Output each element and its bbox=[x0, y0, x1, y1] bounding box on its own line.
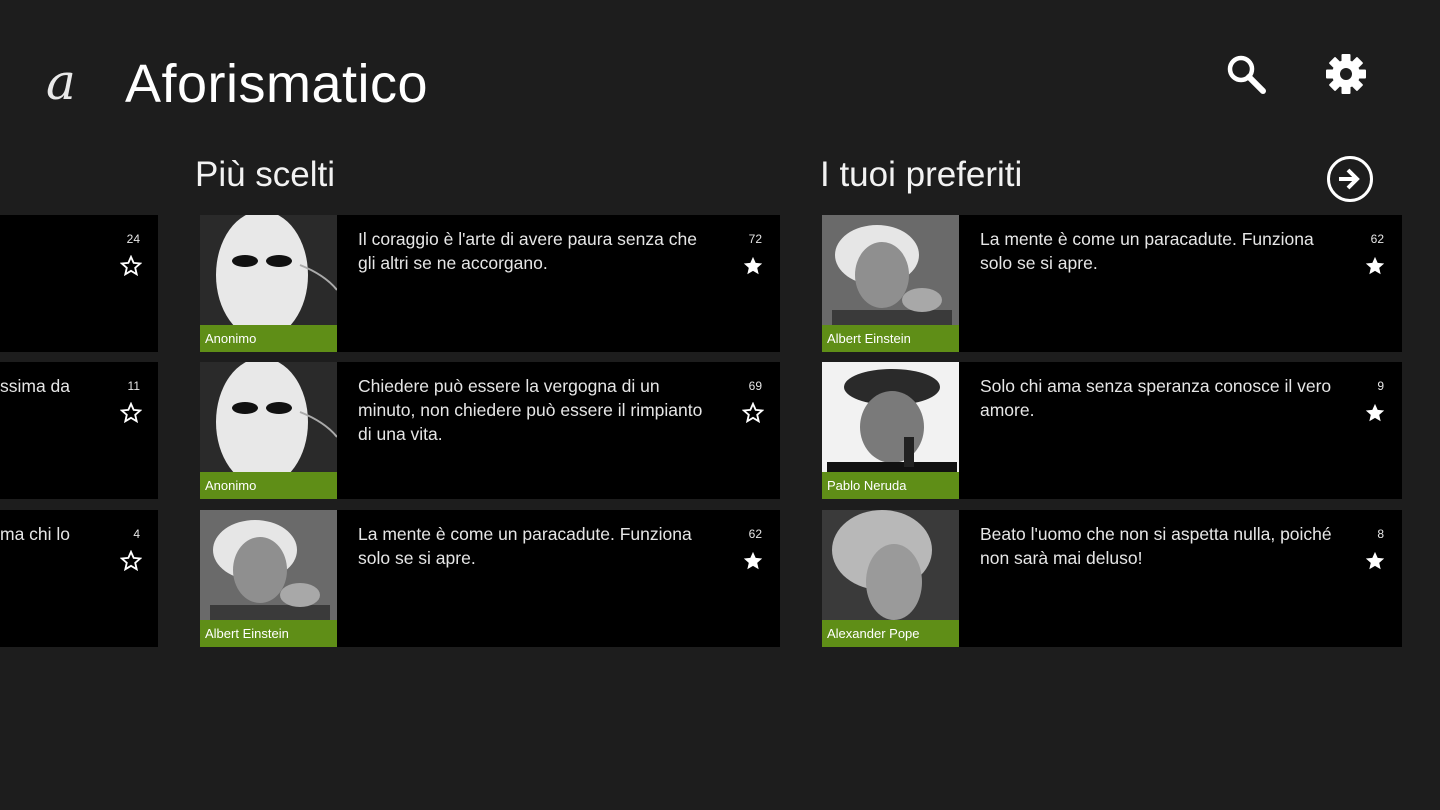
partial-card[interactable]: 24 bbox=[0, 215, 158, 352]
quote-card[interactable]: Alexander Pope Beato l'uomo che non si a… bbox=[822, 510, 1402, 647]
section-title-most-chosen[interactable]: Più scelti bbox=[195, 153, 335, 197]
vote-count: 69 bbox=[748, 379, 762, 393]
search-button[interactable] bbox=[1222, 50, 1270, 98]
favorites-arrow-button[interactable] bbox=[1327, 156, 1373, 202]
star-outline-icon[interactable] bbox=[120, 255, 142, 277]
quote-text: Chiedere può essere la vergogna di un mi… bbox=[358, 376, 703, 444]
quote-card[interactable]: Anonimo Il coraggio è l'arte di avere pa… bbox=[200, 215, 780, 352]
gear-icon bbox=[1326, 54, 1366, 94]
author-name: Pablo Neruda bbox=[822, 472, 959, 499]
vote-count: 4 bbox=[133, 527, 140, 541]
author-name: Alexander Pope bbox=[822, 620, 959, 647]
app-title: Aforismatico bbox=[125, 54, 429, 114]
star-outline-icon[interactable] bbox=[120, 550, 142, 572]
star-filled-icon[interactable] bbox=[742, 255, 764, 277]
settings-button[interactable] bbox=[1322, 50, 1370, 98]
quote-text: Il coraggio è l'arte di avere paura senz… bbox=[358, 229, 697, 273]
partial-quote: ma chi lo bbox=[0, 524, 71, 544]
partial-card[interactable]: ma chi lo 4 bbox=[0, 510, 158, 647]
quote-text: La mente è come un paracadute. Funziona … bbox=[980, 229, 1314, 273]
vote-count: 8 bbox=[1377, 527, 1384, 541]
vote-count: 72 bbox=[748, 232, 762, 246]
author-name: Albert Einstein bbox=[822, 325, 959, 352]
vote-count: 62 bbox=[748, 527, 762, 541]
vote-count: 11 bbox=[127, 379, 140, 393]
partial-quote: ssima da bbox=[0, 376, 71, 396]
star-filled-icon[interactable] bbox=[742, 550, 764, 572]
author-name: Anonimo bbox=[200, 472, 337, 499]
arrow-right-circle-icon bbox=[1339, 168, 1360, 190]
vote-count: 24 bbox=[126, 232, 140, 246]
app-header: a Aforismatico bbox=[0, 0, 1440, 140]
vote-count: 62 bbox=[1370, 232, 1384, 246]
quote-text: Solo chi ama senza speranza conosce il v… bbox=[980, 376, 1332, 420]
quote-text: Beato l'uomo che non si aspetta nulla, p… bbox=[980, 524, 1332, 568]
star-filled-icon[interactable] bbox=[1364, 402, 1386, 424]
author-name: Anonimo bbox=[200, 325, 337, 352]
search-icon bbox=[1227, 55, 1266, 94]
star-outline-icon[interactable] bbox=[742, 402, 764, 424]
star-filled-icon[interactable] bbox=[1364, 255, 1386, 277]
vote-count: 9 bbox=[1377, 379, 1384, 393]
star-outline-icon[interactable] bbox=[120, 402, 142, 424]
quote-card[interactable]: Pablo Neruda Solo chi ama senza speranza… bbox=[822, 362, 1402, 499]
star-filled-icon[interactable] bbox=[1364, 550, 1386, 572]
section-title-favorites[interactable]: I tuoi preferiti bbox=[820, 153, 1022, 197]
author-name: Albert Einstein bbox=[200, 620, 337, 647]
app-logo: a bbox=[46, 53, 76, 111]
quote-card[interactable]: Anonimo Chiedere può essere la vergogna … bbox=[200, 362, 780, 499]
quote-text: La mente è come un paracadute. Funziona … bbox=[358, 524, 692, 568]
quote-card[interactable]: Albert Einstein La mente è come un parac… bbox=[200, 510, 780, 647]
quote-card[interactable]: Albert Einstein La mente è come un parac… bbox=[822, 215, 1402, 352]
partial-card[interactable]: ssima da 11 bbox=[0, 362, 158, 499]
